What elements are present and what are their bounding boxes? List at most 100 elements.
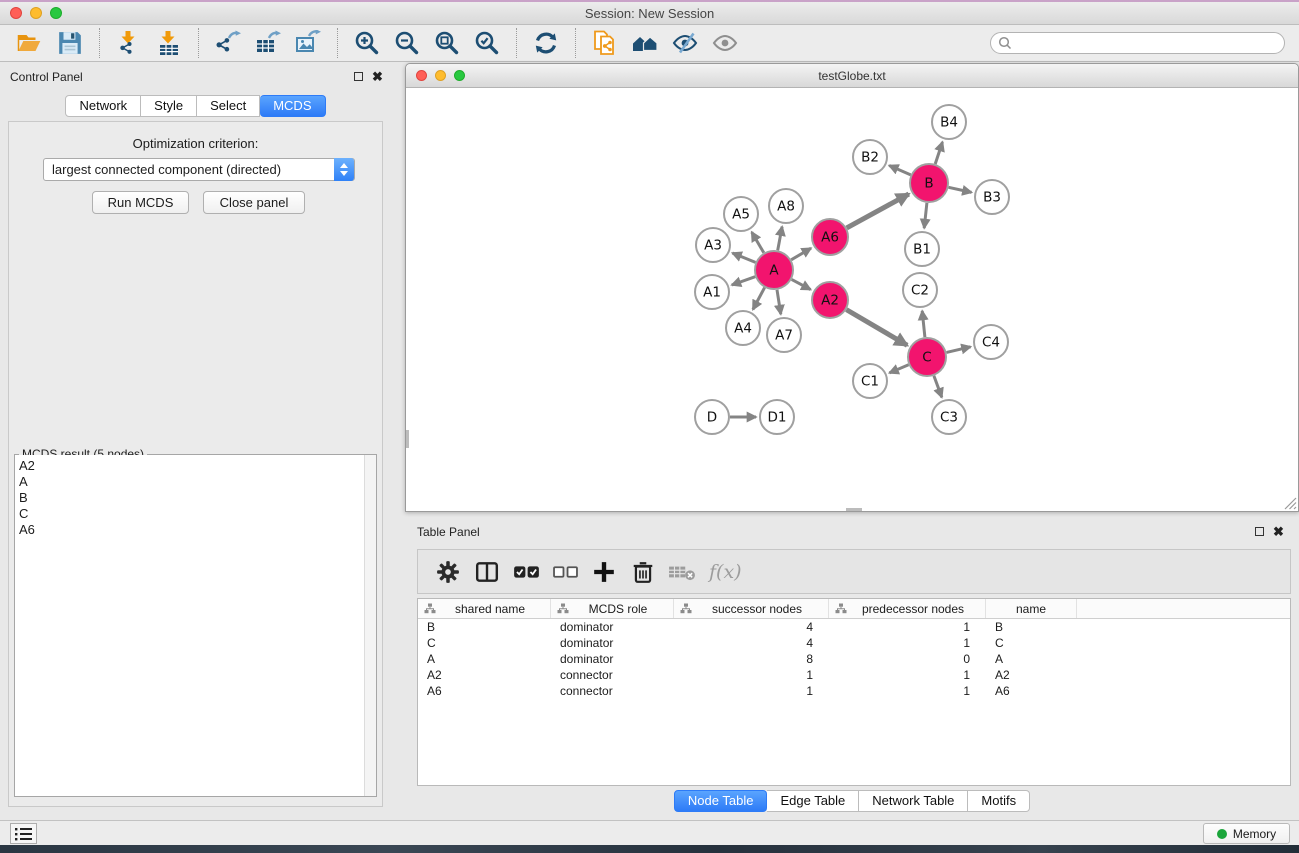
eye-slash-icon[interactable] xyxy=(668,28,702,58)
float-panel-icon[interactable] xyxy=(354,72,363,81)
export-table-icon[interactable] xyxy=(251,28,285,58)
home-icon[interactable] xyxy=(628,28,662,58)
graph-node-A[interactable]: A xyxy=(755,251,793,289)
zoom-in-icon[interactable] xyxy=(350,28,384,58)
column-header-predecessor-nodes[interactable]: predecessor nodes xyxy=(829,599,986,618)
close-panel-icon[interactable]: ✖ xyxy=(1273,526,1284,537)
mcds-result-list[interactable]: A2ABCA6 xyxy=(15,455,364,796)
vertical-scrollbar-thumb[interactable] xyxy=(406,430,409,448)
edge-A6-B[interactable] xyxy=(847,194,909,228)
tab-select[interactable]: Select xyxy=(197,95,260,117)
edge-C-C1[interactable] xyxy=(889,365,908,373)
network-window-titlebar[interactable]: testGlobe.txt xyxy=(406,64,1298,88)
gear-icon[interactable] xyxy=(430,557,466,587)
split-columns-icon[interactable] xyxy=(469,557,505,587)
column-header-name[interactable]: name xyxy=(986,599,1077,618)
graph-node-A7[interactable]: A7 xyxy=(767,318,801,352)
refresh-icon[interactable] xyxy=(529,28,563,58)
horizontal-scrollbar-thumb[interactable] xyxy=(846,508,862,511)
graph-node-C4[interactable]: C4 xyxy=(974,325,1008,359)
graph-node-A6[interactable]: A6 xyxy=(812,219,848,255)
run-mcds-button[interactable]: Run MCDS xyxy=(92,191,189,214)
mcds-result-item[interactable]: A2 xyxy=(19,458,364,474)
tab-network[interactable]: Network xyxy=(65,95,141,117)
search-field[interactable] xyxy=(990,32,1285,54)
tab-network-table[interactable]: Network Table xyxy=(859,790,968,812)
network-canvas[interactable]: B4 B2 B B3 B1 A5 A8 A6 A3 A A1 A2 C2 A4A7 C C4 C1 C3 D D1 xyxy=(406,88,1298,511)
column-header-shared-name[interactable]: shared name xyxy=(418,599,551,618)
graph-node-C1[interactable]: C1 xyxy=(853,364,887,398)
export-network-icon[interactable] xyxy=(211,28,245,58)
graph-node-C3[interactable]: C3 xyxy=(932,400,966,434)
edge-A-A5[interactable] xyxy=(752,232,764,253)
edge-B-B3[interactable] xyxy=(949,187,972,192)
mcds-list-scrollbar[interactable] xyxy=(364,455,376,796)
graph-node-A8[interactable]: A8 xyxy=(769,189,803,223)
zoom-selected-icon[interactable] xyxy=(470,28,504,58)
eye-icon[interactable] xyxy=(708,28,742,58)
import-table-icon[interactable] xyxy=(152,28,186,58)
column-header-mcds-role[interactable]: MCDS role xyxy=(551,599,674,618)
open-folder-icon[interactable] xyxy=(13,28,47,58)
edge-A2-C[interactable] xyxy=(846,310,907,346)
edge-B-B2[interactable] xyxy=(889,166,911,175)
tab-motifs[interactable]: Motifs xyxy=(968,790,1030,812)
tab-edge-table[interactable]: Edge Table xyxy=(767,790,859,812)
deselect-all-checkboxes-icon[interactable] xyxy=(547,557,583,587)
export-image-icon[interactable] xyxy=(291,28,325,58)
edge-A-A3[interactable] xyxy=(732,253,755,262)
graph-node-B1[interactable]: B1 xyxy=(905,232,939,266)
graph-node-A1[interactable]: A1 xyxy=(695,275,729,309)
tab-style[interactable]: Style xyxy=(141,95,197,117)
edge-A-A2[interactable] xyxy=(792,279,811,289)
edge-A-A8[interactable] xyxy=(778,227,782,251)
table-row[interactable]: Adominator80A xyxy=(418,651,1290,667)
graph-node-A4[interactable]: A4 xyxy=(726,311,760,345)
select-all-checkboxes-icon[interactable] xyxy=(508,557,544,587)
search-input[interactable] xyxy=(990,32,1285,54)
resize-grip[interactable] xyxy=(1284,497,1297,510)
graph-node-A3[interactable]: A3 xyxy=(696,228,730,262)
tab-node-table[interactable]: Node Table xyxy=(674,790,768,812)
zoom-out-icon[interactable] xyxy=(390,28,424,58)
edge-B-B4[interactable] xyxy=(935,142,942,164)
graph-node-A2[interactable]: A2 xyxy=(812,282,848,318)
task-list-button[interactable] xyxy=(10,823,37,844)
graph-node-B3[interactable]: B3 xyxy=(975,180,1009,214)
graph-node-C[interactable]: C xyxy=(908,338,946,376)
tab-mcds[interactable]: MCDS xyxy=(260,95,325,117)
edge-A-A7[interactable] xyxy=(777,290,781,314)
function-icon[interactable]: f(x) xyxy=(709,561,742,583)
close-panel-button[interactable]: Close panel xyxy=(203,191,305,214)
mcds-result-item[interactable]: A xyxy=(19,474,364,490)
edge-C-C2[interactable] xyxy=(922,311,925,337)
zoom-fit-icon[interactable] xyxy=(430,28,464,58)
column-header-successor-nodes[interactable]: successor nodes xyxy=(674,599,829,618)
criterion-select[interactable]: largest connected component (directed) xyxy=(43,158,355,181)
edge-C-C3[interactable] xyxy=(934,376,942,398)
graph-node-B4[interactable]: B4 xyxy=(932,105,966,139)
delete-table-icon[interactable] xyxy=(664,557,700,587)
table-row[interactable]: Cdominator41C xyxy=(418,635,1290,651)
graph-node-B2[interactable]: B2 xyxy=(853,140,887,174)
graph-node-C2[interactable]: C2 xyxy=(903,273,937,307)
trash-icon[interactable] xyxy=(625,557,661,587)
graph-node-B[interactable]: B xyxy=(910,164,948,202)
edge-A-A4[interactable] xyxy=(753,288,765,310)
graph-node-D1[interactable]: D1 xyxy=(760,400,794,434)
copy-network-icon[interactable] xyxy=(588,28,622,58)
table-row[interactable]: Bdominator41B xyxy=(418,619,1290,635)
save-icon[interactable] xyxy=(53,28,87,58)
graph-node-A5[interactable]: A5 xyxy=(724,197,758,231)
edge-A-A6[interactable] xyxy=(791,248,811,260)
add-icon[interactable] xyxy=(586,557,622,587)
mcds-result-item[interactable]: C xyxy=(19,506,364,522)
mcds-result-item[interactable]: A6 xyxy=(19,522,364,538)
table-row[interactable]: A2connector11A2 xyxy=(418,667,1290,683)
graph-node-D[interactable]: D xyxy=(695,400,729,434)
edge-C-C4[interactable] xyxy=(947,347,971,353)
float-panel-icon[interactable] xyxy=(1255,527,1264,536)
edge-A-A1[interactable] xyxy=(732,277,755,285)
memory-button[interactable]: Memory xyxy=(1203,823,1290,844)
mcds-result-item[interactable]: B xyxy=(19,490,364,506)
